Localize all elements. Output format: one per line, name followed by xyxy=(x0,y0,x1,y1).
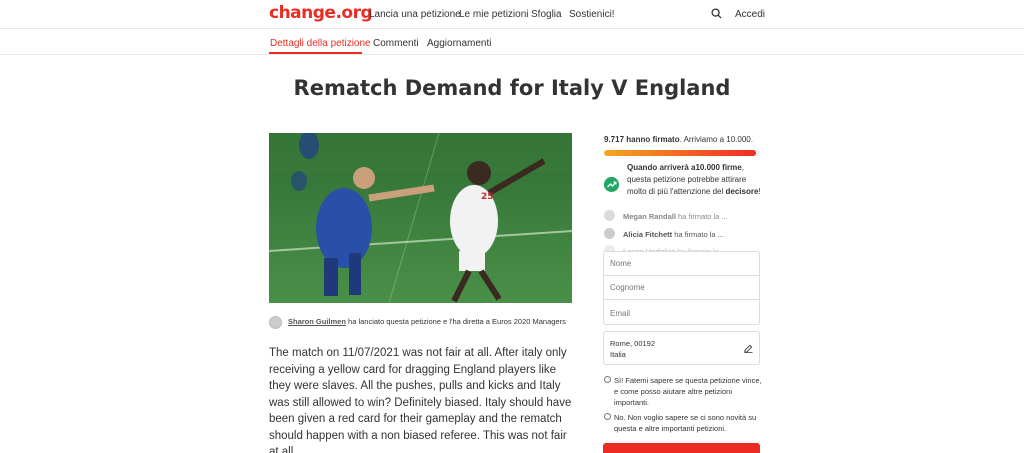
milestone-end: ! xyxy=(758,187,761,196)
starter-avatar[interactable] xyxy=(269,316,282,329)
decision-maker-label: decisore xyxy=(725,187,759,196)
opt-out-label: No. Non voglio sapere se ci sono novità … xyxy=(614,413,757,433)
progress-fill xyxy=(604,150,756,156)
edit-icon[interactable] xyxy=(744,344,753,353)
top-navigation-bar: change.org Lancia una petizione Le mie p… xyxy=(0,0,1024,29)
nav-support[interactable]: Sostienici! xyxy=(569,9,615,20)
starter-description: Sharon Guilmen ha lanciato questa petizi… xyxy=(288,317,578,327)
petition-photo: 25 xyxy=(269,133,572,303)
signer-name: Alicia Fitchett xyxy=(623,230,673,239)
signer-action: ha firmato la ... xyxy=(675,212,728,221)
signature-progress-bar xyxy=(604,150,760,156)
milestone-message: Quando arriverà a10.000 firme, questa pe… xyxy=(627,162,765,198)
petition-title: Rematch Demand for Italy V England xyxy=(293,76,731,100)
starter-name-link[interactable]: Sharon Guilmen xyxy=(288,317,346,326)
change-org-logo[interactable]: change.org xyxy=(269,3,373,23)
signature-form xyxy=(603,251,760,325)
signature-goal: . Arriviamo a 10.000. xyxy=(679,135,753,144)
petition-tabs: Dettagli della petizione Commenti Aggior… xyxy=(0,30,1024,55)
last-name-field[interactable] xyxy=(604,276,759,300)
trending-up-icon xyxy=(604,177,619,192)
nav-my-petitions[interactable]: Le mie petizioni xyxy=(459,9,528,20)
search-icon[interactable] xyxy=(711,8,722,19)
sign-petition-button[interactable] xyxy=(603,443,760,453)
signer-text: Megan Randall ha firmato la ... xyxy=(623,212,728,221)
opt-in-radio[interactable] xyxy=(604,376,611,383)
opt-in-label: Sì! Fatemi sapere se questa petizione vi… xyxy=(614,376,762,407)
signature-count: 9.717 hanno firmato. Arriviamo a 10.000. xyxy=(604,135,753,144)
tab-updates[interactable]: Aggiornamenti xyxy=(427,38,491,49)
svg-text:25: 25 xyxy=(481,192,494,202)
signer-avatar xyxy=(604,210,615,221)
tab-petition-details[interactable]: Dettagli della petizione xyxy=(270,38,371,49)
starter-action-text: ha lanciato questa petizione e l'ha dire… xyxy=(345,317,566,326)
signer-action: ha firmato la ... xyxy=(672,230,724,239)
nav-start-petition[interactable]: Lancia una petizione xyxy=(369,9,461,20)
first-name-field[interactable] xyxy=(604,252,759,276)
location-city: Rome, 00192 xyxy=(610,339,656,348)
signed-count: 9.717 hanno firmato xyxy=(604,135,680,144)
opt-out-radio[interactable] xyxy=(604,413,611,420)
login-link[interactable]: Accedi xyxy=(735,9,765,20)
location-country: Italia xyxy=(610,350,626,359)
tab-comments[interactable]: Commenti xyxy=(373,38,419,49)
active-tab-indicator xyxy=(269,52,362,54)
signer-avatar xyxy=(604,228,615,239)
nav-browse[interactable]: Sfoglia xyxy=(531,9,562,20)
signer-name: Megan Randall xyxy=(623,212,676,221)
milestone-bold: Quando arriverà a10.000 firme xyxy=(627,163,742,172)
email-field[interactable] xyxy=(604,301,759,325)
signer-text: Alicia Fitchett ha firmato la ... xyxy=(623,230,724,239)
location-box[interactable]: Rome, 00192 Italia xyxy=(603,331,760,365)
petition-body: The match on 11/07/2021 was not fair at … xyxy=(269,347,572,453)
